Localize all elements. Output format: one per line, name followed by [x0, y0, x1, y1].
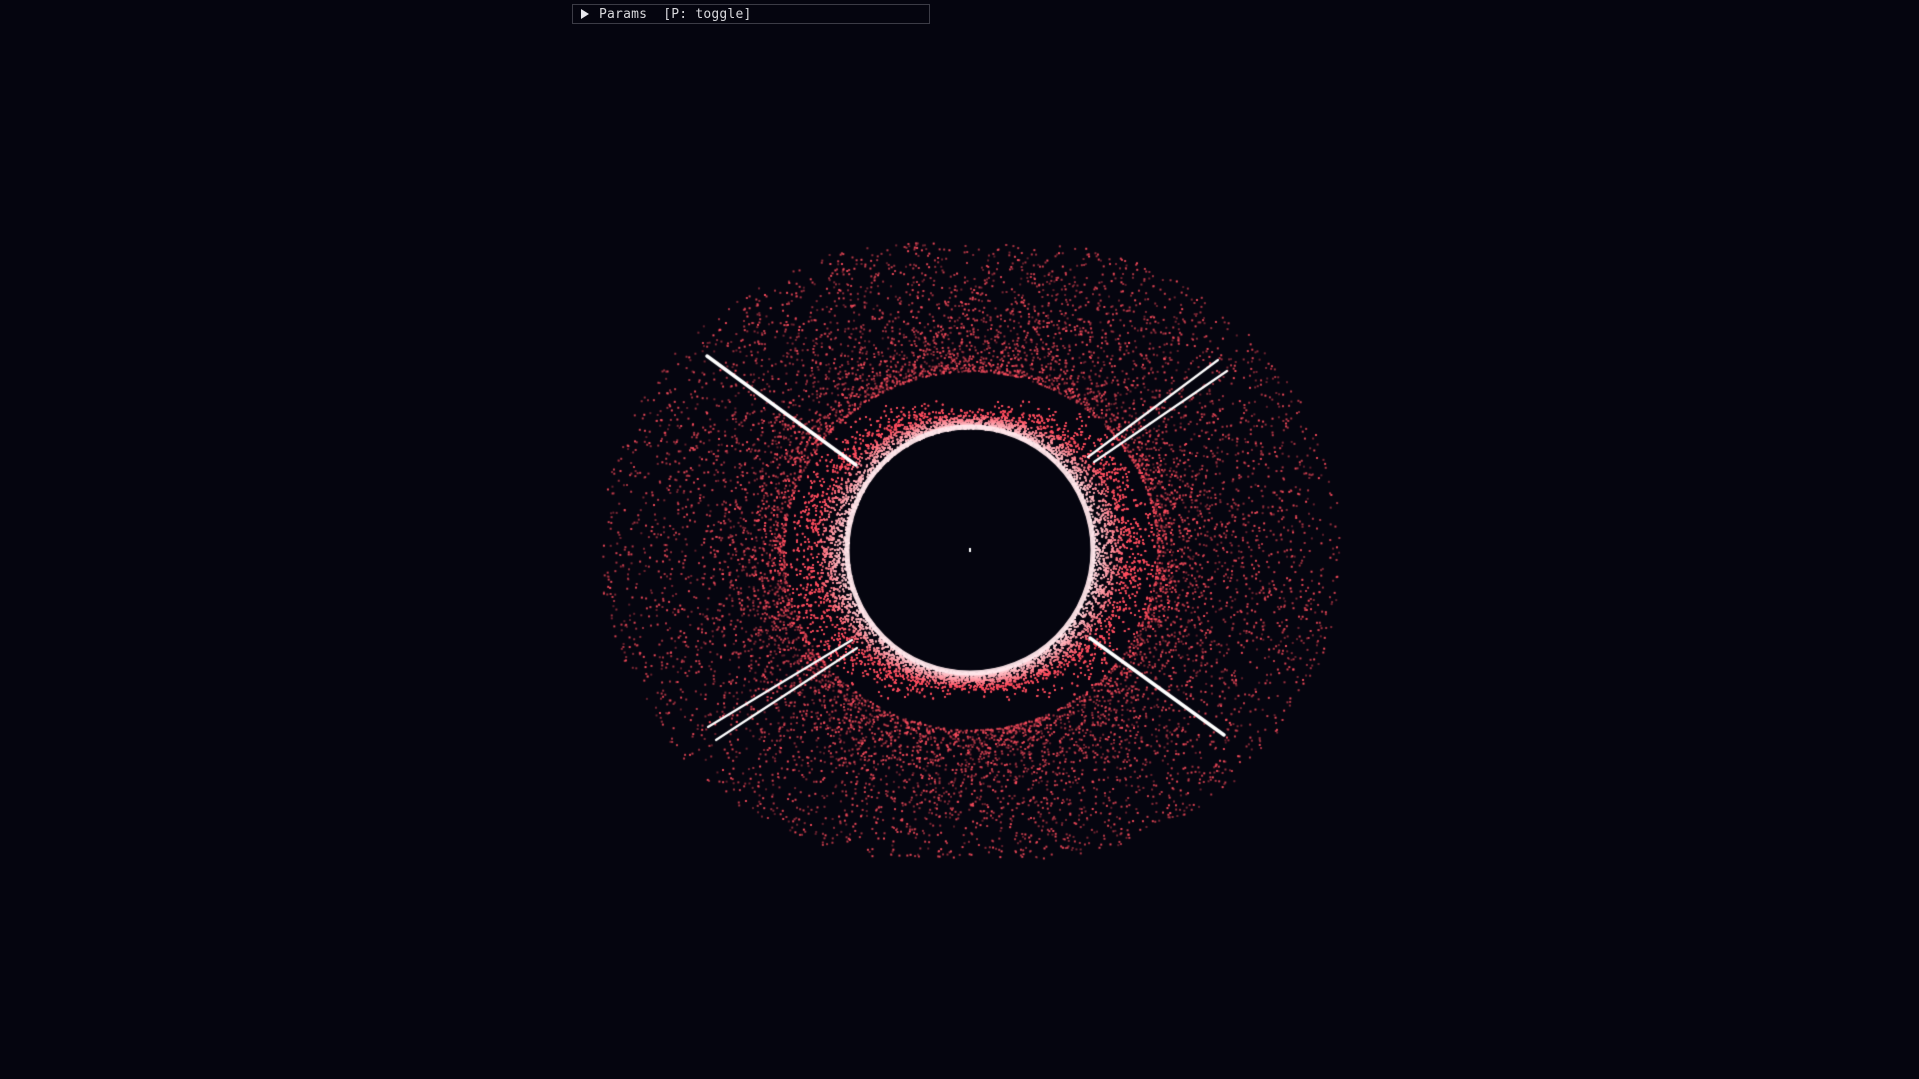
app-stage: Params [P: toggle] [0, 0, 1919, 1079]
particle-canvas[interactable] [0, 0, 1919, 1079]
params-panel-label: Params [P: toggle] [599, 6, 752, 22]
params-panel-toggle[interactable]: Params [P: toggle] [572, 4, 930, 24]
play-triangle-icon [581, 9, 589, 19]
